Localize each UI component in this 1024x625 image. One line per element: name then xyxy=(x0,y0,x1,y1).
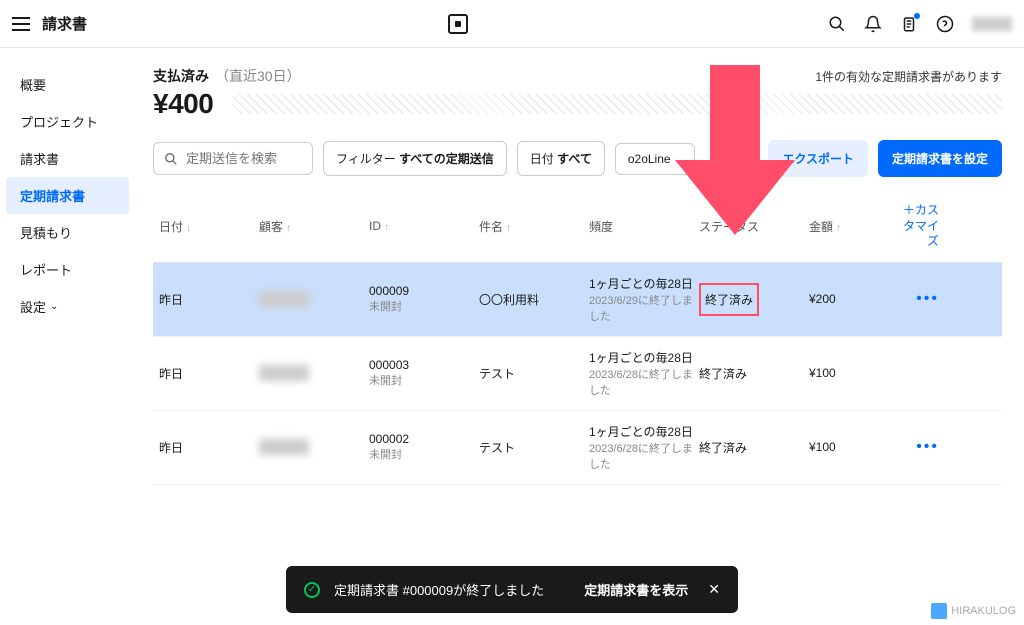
col-id[interactable]: ID↑ xyxy=(369,219,479,233)
sidebar-item-estimate[interactable]: 見積もり xyxy=(6,214,129,251)
cell-amount: ¥100 xyxy=(809,440,899,454)
search-input-wrapper[interactable] xyxy=(153,142,313,175)
col-freq: 頻度 xyxy=(589,218,699,235)
watermark-logo xyxy=(931,603,947,619)
col-amount[interactable]: 金額↑ xyxy=(809,218,899,235)
table-row[interactable]: 昨日 000009未開封 〇〇利用料 1ヶ月ごとの毎28日2023/6/29に終… xyxy=(153,263,1002,337)
search-icon[interactable] xyxy=(828,15,846,33)
check-icon xyxy=(304,582,320,598)
bell-icon[interactable] xyxy=(864,15,882,33)
progress-bar xyxy=(233,94,1002,114)
chevron-down-icon: ⌄ xyxy=(50,301,58,312)
cell-customer xyxy=(259,365,369,381)
main-content: 支払済み （直近30日） 1件の有効な定期請求書があります ¥400 フィルター… xyxy=(135,48,1024,625)
col-status: ステータス xyxy=(699,218,809,235)
cell-amount: ¥100 xyxy=(809,366,899,380)
hamburger-menu-icon[interactable] xyxy=(12,17,30,31)
status-text: 支払済み xyxy=(153,66,209,86)
help-icon[interactable] xyxy=(936,15,954,33)
col-subject[interactable]: 件名↑ xyxy=(479,218,589,235)
invoice-table: 日付↓ 顧客↑ ID↑ 件名↑ 頻度 ステータス 金額↑ ＋カスタマイズ 昨日 … xyxy=(153,191,1002,485)
watermark: HIRAKULOG xyxy=(931,603,1016,619)
cell-status: 終了済み xyxy=(699,283,809,316)
col-customer[interactable]: 顧客↑ xyxy=(259,218,369,235)
cell-freq: 1ヶ月ごとの毎28日2023/6/28に終了しました xyxy=(589,349,699,398)
sidebar-item-report[interactable]: レポート xyxy=(6,251,129,288)
sidebar-item-recurring[interactable]: 定期請求書 xyxy=(6,177,129,214)
cell-status: 終了済み xyxy=(699,439,809,456)
profile-pill[interactable]: o2oLine ⌄ xyxy=(615,143,695,175)
cell-date: 昨日 xyxy=(159,291,259,308)
cell-subject: テスト xyxy=(479,365,589,382)
amount-total: ¥400 xyxy=(153,88,213,120)
col-date[interactable]: 日付↓ xyxy=(159,218,259,235)
row-actions-icon[interactable]: ••• xyxy=(899,290,939,308)
cell-id: 000002未開封 xyxy=(369,432,479,462)
cell-subject: 〇〇利用料 xyxy=(479,291,589,308)
toast: 定期請求書 #000009が終了しました 定期請求書を表示 ✕ xyxy=(286,566,738,613)
export-button[interactable]: エクスポート xyxy=(768,140,868,177)
table-row[interactable]: 昨日 000003未開封 テスト 1ヶ月ごとの毎28日2023/6/28に終了し… xyxy=(153,337,1002,411)
cell-date: 昨日 xyxy=(159,365,259,382)
close-icon[interactable]: ✕ xyxy=(708,581,720,598)
cell-date: 昨日 xyxy=(159,439,259,456)
toast-message: 定期請求書 #000009が終了しました xyxy=(334,580,544,599)
cell-freq: 1ヶ月ごとの毎28日2023/6/28に終了しました xyxy=(589,423,699,472)
cell-freq: 1ヶ月ごとの毎28日2023/6/29に終了しました xyxy=(589,275,699,324)
chevron-down-icon: ⌄ xyxy=(674,155,682,166)
sidebar-item-project[interactable]: プロジェクト xyxy=(6,103,129,140)
sidebar-item-settings[interactable]: 設定 ⌄ xyxy=(6,288,72,325)
cell-amount: ¥200 xyxy=(809,292,899,306)
clipboard-icon[interactable] xyxy=(900,15,918,33)
sidebar: 概要 プロジェクト 請求書 定期請求書 見積もり レポート 設定 ⌄ xyxy=(0,48,135,625)
customize-link[interactable]: ＋カスタマイズ xyxy=(899,203,939,250)
filter-pill[interactable]: フィルター すべての定期送信 xyxy=(323,141,507,176)
sidebar-item-invoice[interactable]: 請求書 xyxy=(6,140,129,177)
status-period: （直近30日） xyxy=(215,66,301,86)
table-row[interactable]: 昨日 000002未開封 テスト 1ヶ月ごとの毎28日2023/6/28に終了し… xyxy=(153,411,1002,485)
account-label[interactable] xyxy=(972,17,1012,31)
toast-action-link[interactable]: 定期請求書を表示 xyxy=(584,580,688,599)
sidebar-item-overview[interactable]: 概要 xyxy=(6,66,129,103)
cell-id: 000009未開封 xyxy=(369,284,479,314)
page-title: 請求書 xyxy=(42,13,87,34)
date-pill[interactable]: 日付 すべて xyxy=(517,141,605,176)
settings-button[interactable]: 定期請求書を設定 xyxy=(878,140,1002,177)
sidebar-item-label: 設定 xyxy=(20,297,46,316)
cell-customer xyxy=(259,439,369,455)
watermark-text: HIRAKULOG xyxy=(951,605,1016,617)
row-actions-icon[interactable]: ••• xyxy=(899,438,939,456)
cell-status: 終了済み xyxy=(699,365,809,382)
table-header: 日付↓ 顧客↑ ID↑ 件名↑ 頻度 ステータス 金額↑ ＋カスタマイズ xyxy=(153,191,1002,263)
notice-text: 1件の有効な定期請求書があります xyxy=(815,68,1002,85)
cell-customer xyxy=(259,291,369,307)
cell-subject: テスト xyxy=(479,439,589,456)
search-icon xyxy=(164,152,178,166)
cell-id: 000003未開封 xyxy=(369,358,479,388)
search-input[interactable] xyxy=(186,151,302,166)
square-logo xyxy=(448,14,468,34)
